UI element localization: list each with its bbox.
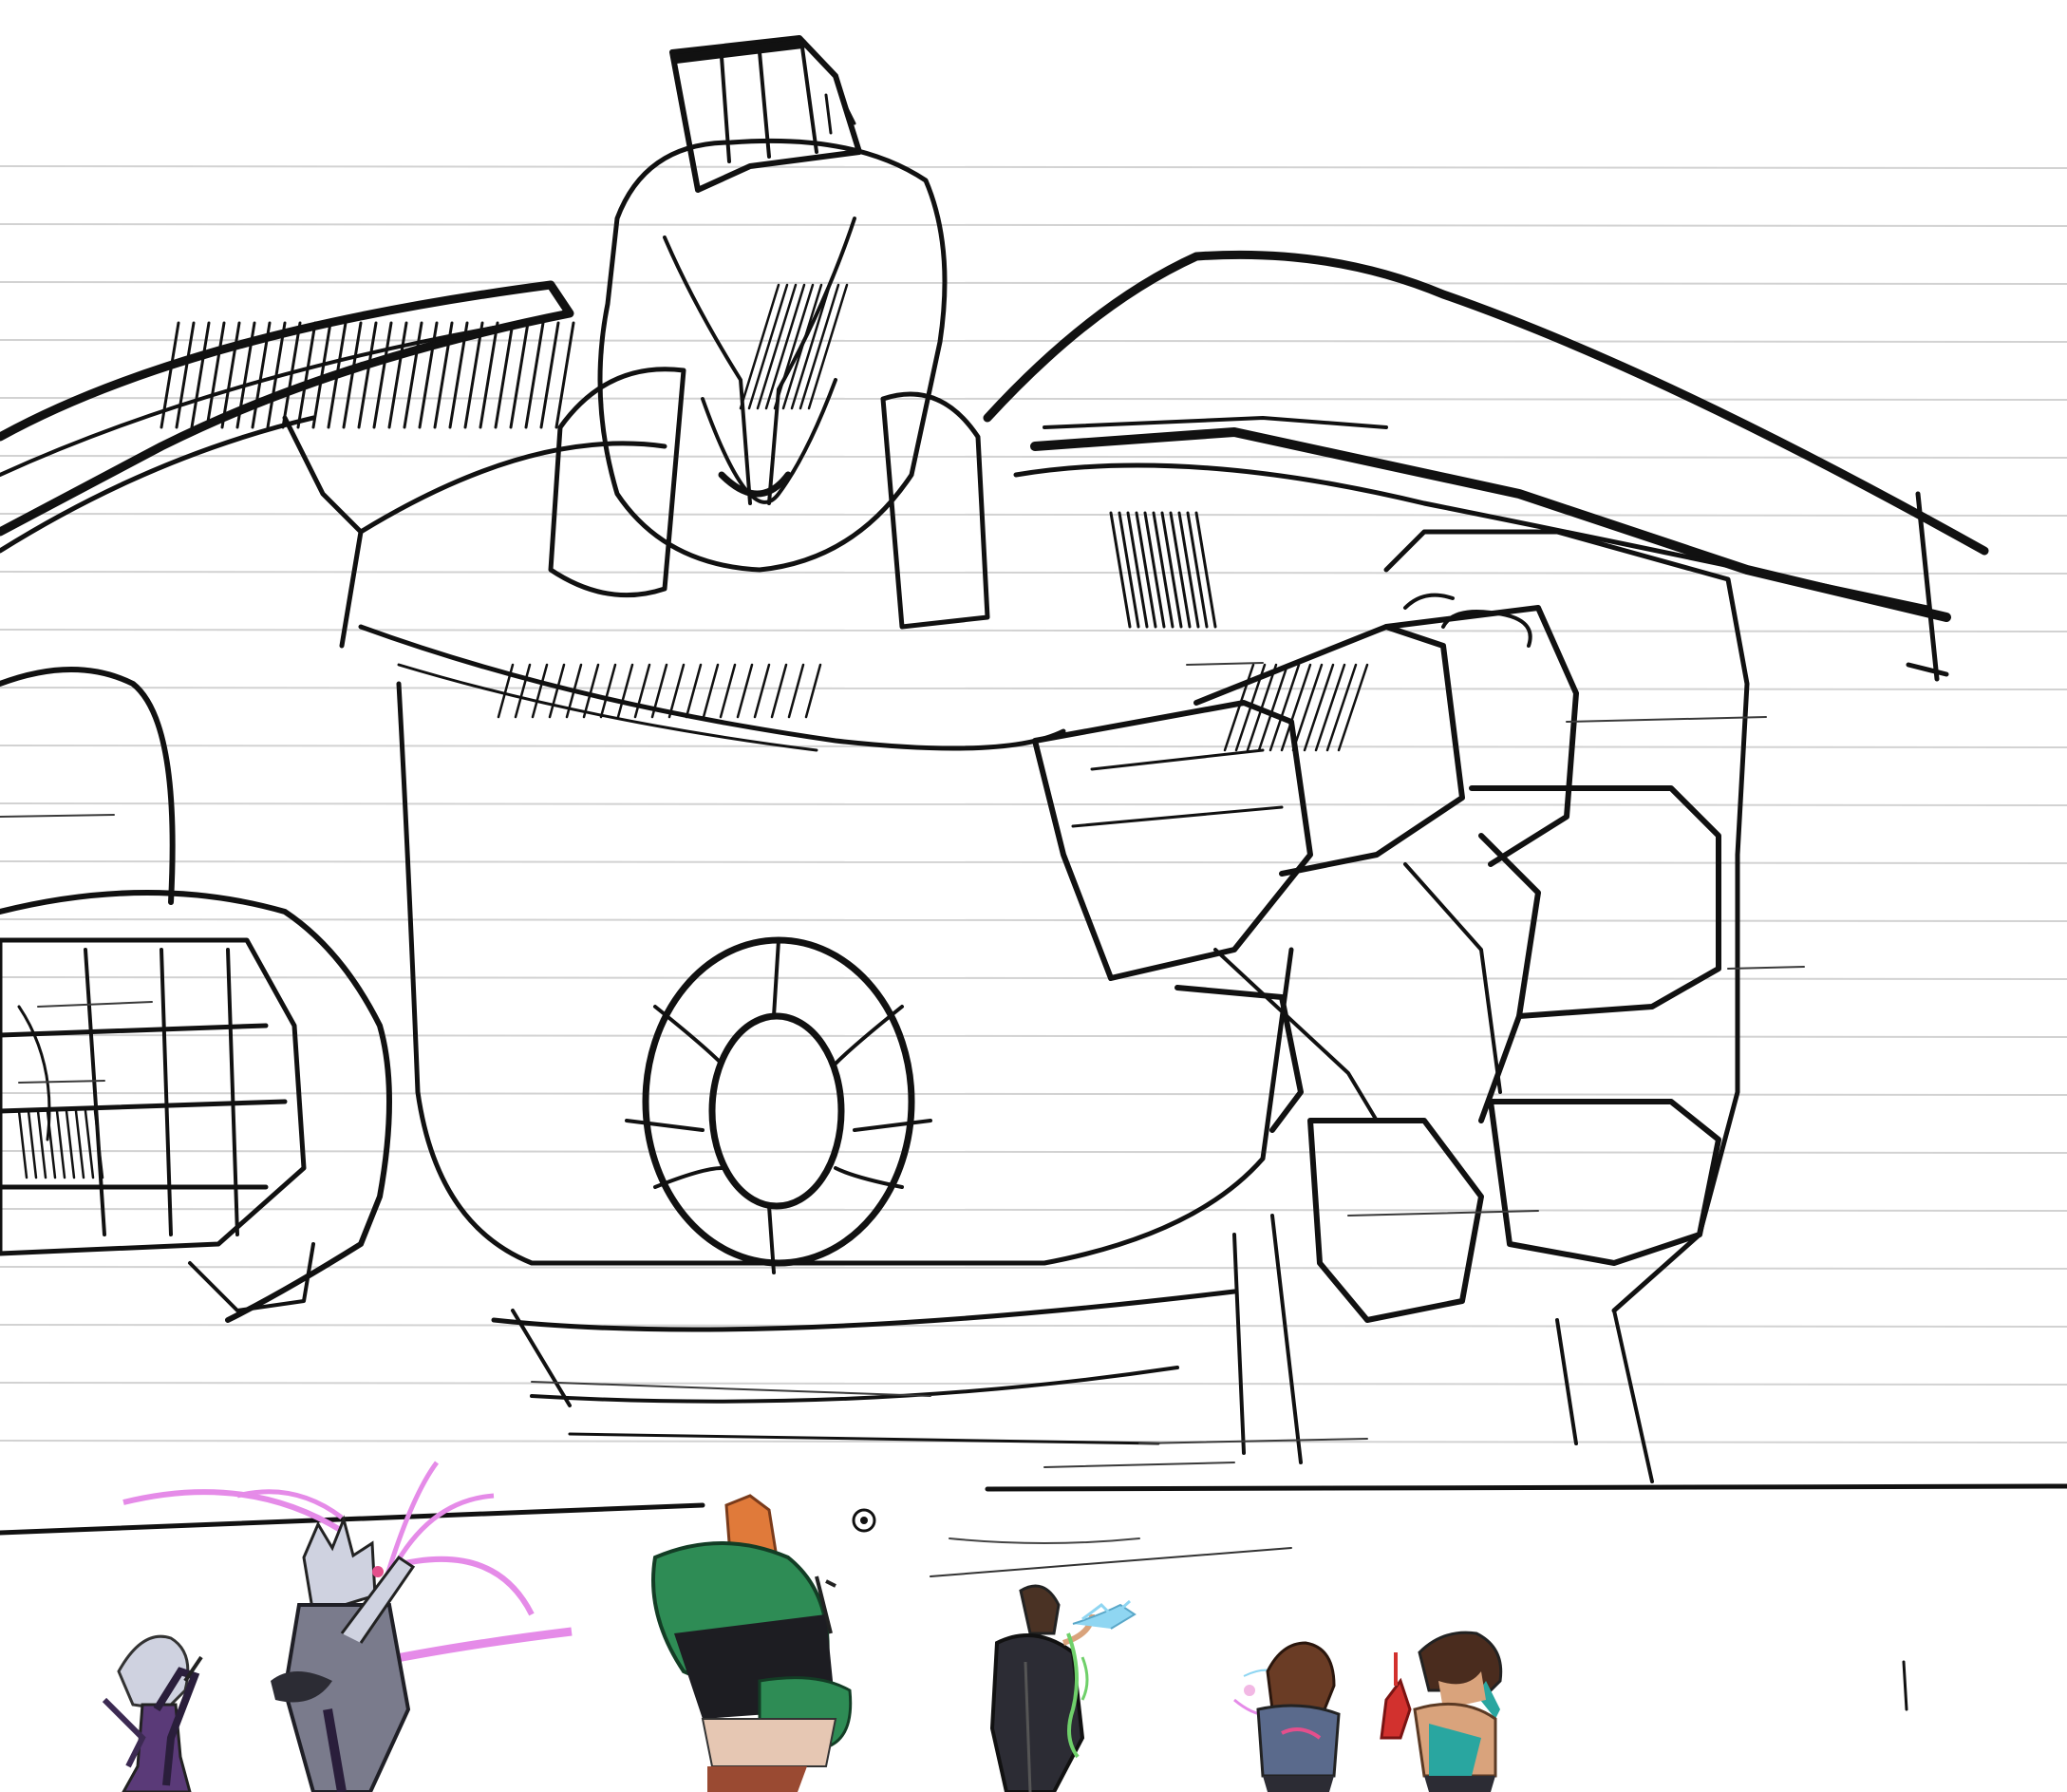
hatch-stroke xyxy=(84,1109,95,1179)
hatch-stroke xyxy=(667,663,686,719)
robot-sketch xyxy=(0,35,1989,1483)
hatch-stroke xyxy=(753,663,771,719)
target-reticle-icon xyxy=(852,1508,876,1533)
character-dark-coat-gunner xyxy=(989,1584,1137,1792)
hatch-stroke xyxy=(1169,511,1192,629)
hatch-stroke xyxy=(1135,511,1157,629)
ruled-line xyxy=(0,1034,2067,1038)
ruled-line xyxy=(0,629,2067,632)
hatch-stroke xyxy=(1194,511,1217,629)
ruled-line xyxy=(0,281,2067,285)
robot-right-shoulder-hatching xyxy=(1109,511,1217,629)
character-teal-brawler xyxy=(1380,1631,1503,1792)
ruled-line xyxy=(0,1150,2067,1154)
ruled-line xyxy=(0,976,2067,980)
hatch-stroke xyxy=(1109,511,1132,629)
hatch-stroke xyxy=(685,663,703,719)
ruled-line xyxy=(0,397,2067,401)
speed-line xyxy=(1186,662,1264,666)
hatch-stroke xyxy=(36,1109,47,1179)
robot-left-fist-hatching xyxy=(17,1109,104,1179)
hatch-stroke xyxy=(55,1109,66,1179)
robot-torso xyxy=(358,624,1303,1464)
ruled-line xyxy=(0,223,2067,227)
hatch-stroke xyxy=(599,663,617,719)
hatch-stroke xyxy=(531,663,549,719)
ruled-line xyxy=(0,339,2067,343)
ruled-line xyxy=(0,455,2067,459)
hatch-stroke xyxy=(616,663,634,719)
hatch-stroke xyxy=(1303,663,1335,752)
hatch-stroke xyxy=(524,321,545,429)
hatch-stroke xyxy=(1177,511,1200,629)
hatch-stroke xyxy=(387,321,408,429)
ruled-line xyxy=(0,513,2067,517)
hatch-stroke xyxy=(403,321,423,429)
character-green-jacket-bruiser xyxy=(651,1494,853,1792)
hatch-stroke xyxy=(719,663,737,719)
ruled-line xyxy=(0,687,2067,690)
character-guitarist-girl xyxy=(102,1634,203,1792)
hatch-stroke xyxy=(1337,663,1369,752)
hatch-stroke xyxy=(160,321,180,429)
speed-line xyxy=(1566,716,1767,723)
hatch-stroke xyxy=(582,663,600,719)
hatch-stroke xyxy=(27,1109,38,1179)
hatch-stroke xyxy=(1152,511,1174,629)
hatch-stroke xyxy=(1325,663,1358,752)
hatch-stroke xyxy=(509,321,530,429)
artboard xyxy=(0,0,2067,1792)
hatch-stroke xyxy=(548,663,566,719)
hatch-stroke xyxy=(770,663,788,719)
ruled-line xyxy=(0,802,2067,806)
speed-line xyxy=(1347,1210,1539,1217)
hatch-stroke xyxy=(1118,511,1140,629)
hatch-stroke xyxy=(494,321,515,429)
robot-left-fist xyxy=(0,937,315,1312)
hatch-stroke xyxy=(357,321,378,429)
hatch-stroke xyxy=(1143,511,1166,629)
hatch-stroke xyxy=(1186,511,1209,629)
hatch-stroke xyxy=(296,321,317,429)
hatch-stroke xyxy=(1160,511,1183,629)
hatch-stroke xyxy=(17,1109,28,1179)
robot-chest-core xyxy=(625,936,932,1274)
hatch-stroke xyxy=(804,663,822,719)
robot-collar xyxy=(358,367,990,630)
robot-left-shoulder-hatching xyxy=(160,321,575,429)
speed-line xyxy=(0,814,115,818)
speed-lines xyxy=(0,662,1805,1468)
hatch-stroke xyxy=(702,663,720,719)
hatch-stroke xyxy=(787,663,805,719)
ruled-line xyxy=(0,1092,2067,1096)
ruled-line xyxy=(0,918,2067,922)
ruled-line xyxy=(0,1324,2067,1328)
hatch-stroke xyxy=(1126,511,1149,629)
hatch-stroke xyxy=(1291,663,1324,752)
hatch-stroke xyxy=(736,663,754,719)
ruled-line xyxy=(0,1208,2067,1212)
hatch-stroke xyxy=(372,321,393,429)
robot-left-shoulder xyxy=(0,280,574,649)
hatch-stroke xyxy=(539,321,560,429)
hatch-stroke xyxy=(1314,663,1346,752)
speed-line xyxy=(18,1080,105,1084)
character-bob-hair-caster xyxy=(1233,1641,1341,1792)
hatch-stroke xyxy=(65,1109,76,1179)
hatch-stroke xyxy=(190,321,211,429)
hatch-stroke xyxy=(46,1109,57,1179)
speed-line xyxy=(37,1001,153,1008)
speed-line xyxy=(1043,1462,1235,1468)
ruled-line xyxy=(0,165,2067,169)
hatch-stroke xyxy=(479,321,499,429)
robot-left-arm xyxy=(0,667,392,1323)
sketch-canvas xyxy=(0,35,2067,1792)
ruled-line xyxy=(0,860,2067,864)
hatch-stroke xyxy=(74,1109,85,1179)
hatch-stroke xyxy=(175,321,196,429)
hatch-stroke xyxy=(514,663,532,719)
hatch-stroke xyxy=(205,321,226,429)
